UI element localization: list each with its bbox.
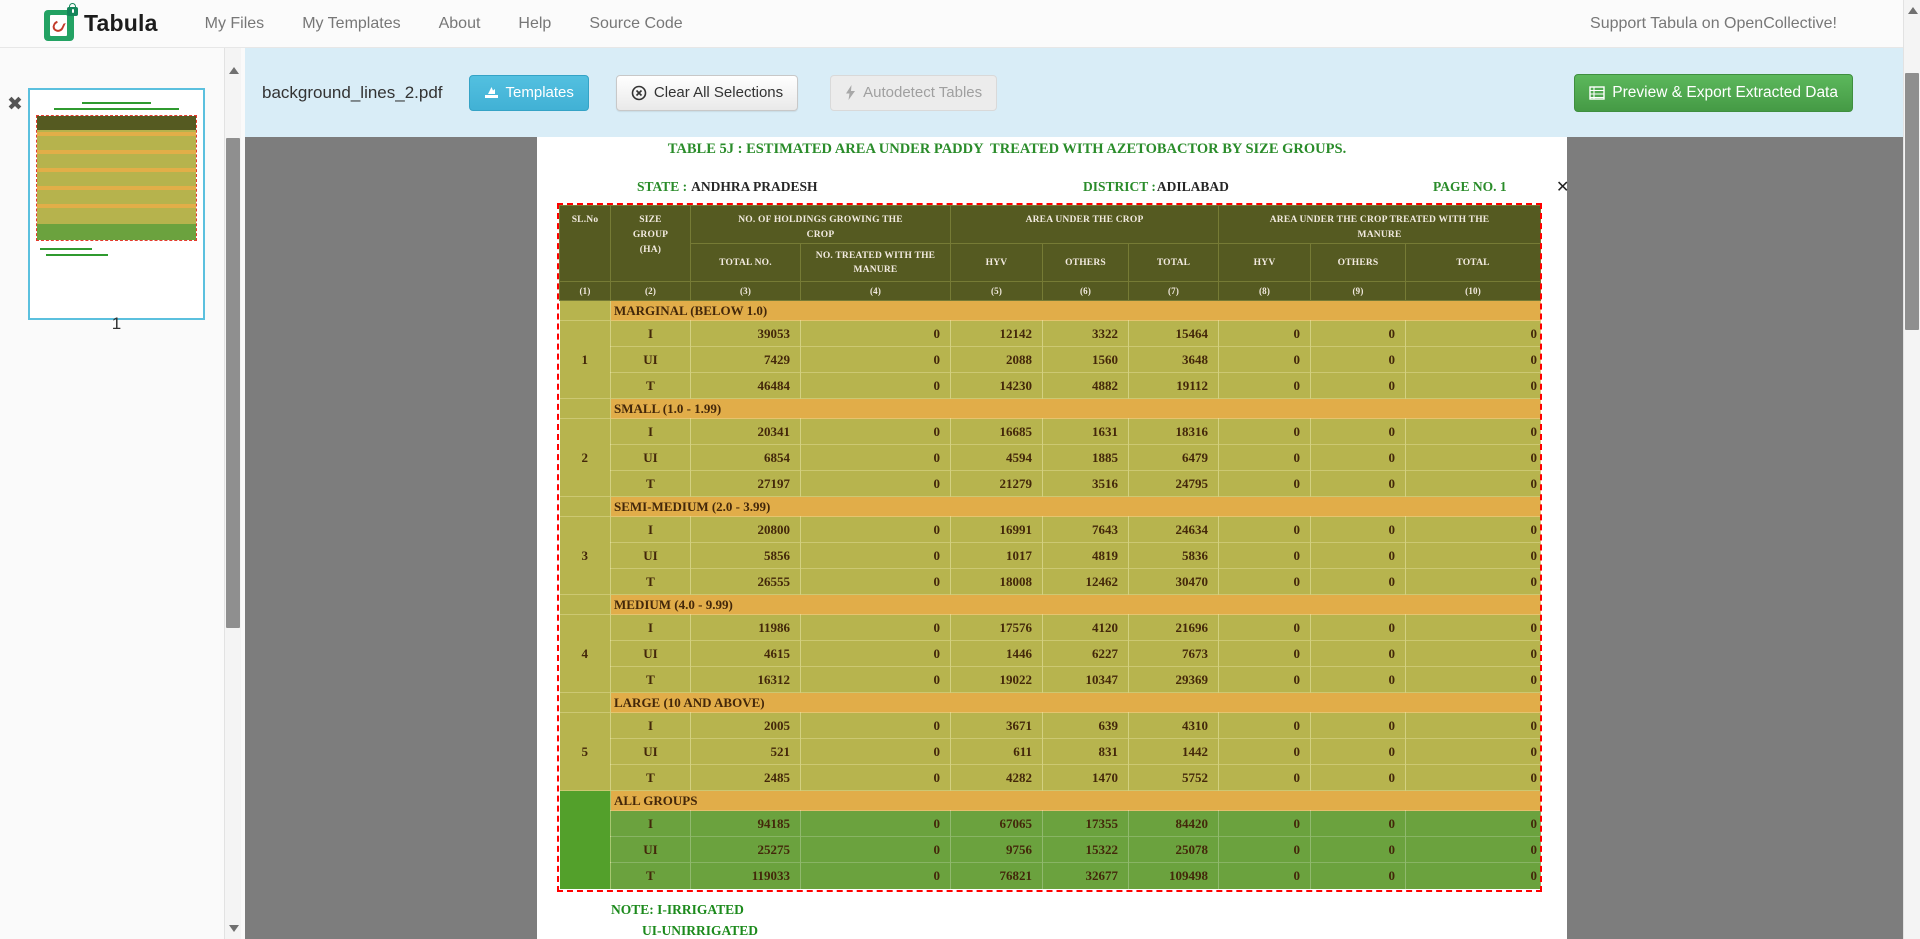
pdf-page[interactable]: TABLE 5J : ESTIMATED AREA UNDER PADDY TR… [537,137,1567,939]
main-scroll-up-icon[interactable] [1908,7,1918,14]
nav-item-help[interactable]: Help [499,0,570,48]
clear-all-selections-button[interactable]: Clear All Selections [616,75,798,111]
delete-page-icon[interactable]: ✖ [7,93,23,115]
sidebar-scrollbar[interactable] [224,48,241,939]
sidebar-scroll-up-icon[interactable] [229,67,239,74]
main-scroll-thumb[interactable] [1905,73,1919,330]
state-label: STATE : [637,179,687,194]
templates-icon [484,86,499,99]
sidebar-scroll-down-icon[interactable] [229,925,239,932]
table-selection-box[interactable] [557,203,1542,892]
toolbar: background_lines_2.pdf Templates Clear A… [245,48,1903,137]
navbar: Tabula My FilesMy TemplatesAboutHelpSour… [0,0,1903,48]
thumbnail-mini-table [37,116,196,240]
brand[interactable]: Tabula [44,7,158,41]
support-link[interactable]: Support Tabula on OpenCollective! [1590,15,1837,33]
nav-item-my-templates[interactable]: My Templates [283,0,419,48]
note-line-1: NOTE: I-IRRIGATED [611,902,744,918]
thumbnail-page-number: 1 [28,314,205,334]
state-value: ANDHRA PRADESH [691,179,817,194]
sidebar-scroll-thumb[interactable] [226,138,240,628]
main-scrollbar[interactable] [1903,0,1920,939]
lightning-icon [845,85,856,100]
tabula-app: Tabula My FilesMy TemplatesAboutHelpSour… [0,0,1920,939]
pdf-filename: background_lines_2.pdf [262,83,443,103]
nav-item-my-files[interactable]: My Files [186,0,284,48]
district-label: DISTRICT : [1083,179,1156,194]
note-line-2: UI-UNIRRIGATED [642,923,758,939]
document-meta-row: STATE : ANDHRA PRADESH DISTRICT :ADILABAD… [537,179,1567,199]
nav-item-about[interactable]: About [420,0,500,48]
brand-name: Tabula [84,10,158,37]
clear-icon [631,85,647,101]
page-no-label: PAGE NO. 1 [1433,179,1507,195]
autodetect-tables-button[interactable]: Autodetect Tables [830,75,997,111]
templates-button[interactable]: Templates [469,75,589,111]
page-thumbnail[interactable] [28,88,205,320]
tabula-logo-icon [44,7,76,41]
table-icon [1589,86,1605,100]
nav-links: My FilesMy TemplatesAboutHelpSource Code [186,0,702,48]
preview-export-button[interactable]: Preview & Export Extracted Data [1574,74,1853,112]
nav-item-source-code[interactable]: Source Code [570,0,701,48]
district-value: ADILABAD [1157,179,1229,194]
remove-selection-icon[interactable]: ✕ [1556,179,1569,195]
page-thumbnails-sidebar: ✖ 1 [0,48,245,939]
pdf-viewer-area: TABLE 5J : ESTIMATED AREA UNDER PADDY TR… [245,137,1903,939]
document-title: TABLE 5J : ESTIMATED AREA UNDER PADDY TR… [537,141,1477,158]
